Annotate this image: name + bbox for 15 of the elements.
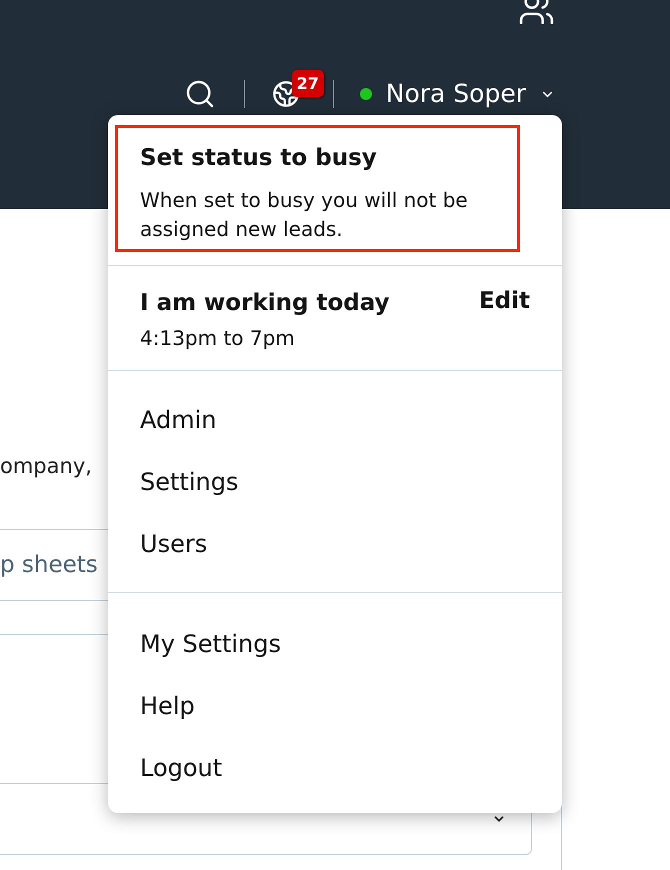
busy-status-option[interactable]: Set status to busy When set to busy you will not be assigned new leads. [115, 125, 520, 252]
users-icon[interactable] [518, 0, 555, 24]
schedule-title: I am working today [140, 289, 390, 318]
notification-badge: 27 [292, 70, 324, 97]
menu-item[interactable]: Logout [108, 737, 562, 799]
menu-item[interactable]: My Settings [108, 613, 562, 675]
menu-item[interactable]: Help [108, 675, 562, 737]
menu-item[interactable]: Admin [108, 389, 562, 451]
option-description: When set to busy you will not be assigned new leads. [140, 187, 469, 243]
menu-item[interactable]: Settings [108, 451, 562, 513]
option-title: Set status to busy [140, 144, 377, 173]
user-menu-button[interactable]: Nora Soper [360, 78, 555, 110]
edit-link[interactable]: Edit [478, 288, 530, 314]
schedule-hours: 4:13pm to 7pm [140, 326, 295, 350]
body-text: ompany, [0, 453, 92, 480]
